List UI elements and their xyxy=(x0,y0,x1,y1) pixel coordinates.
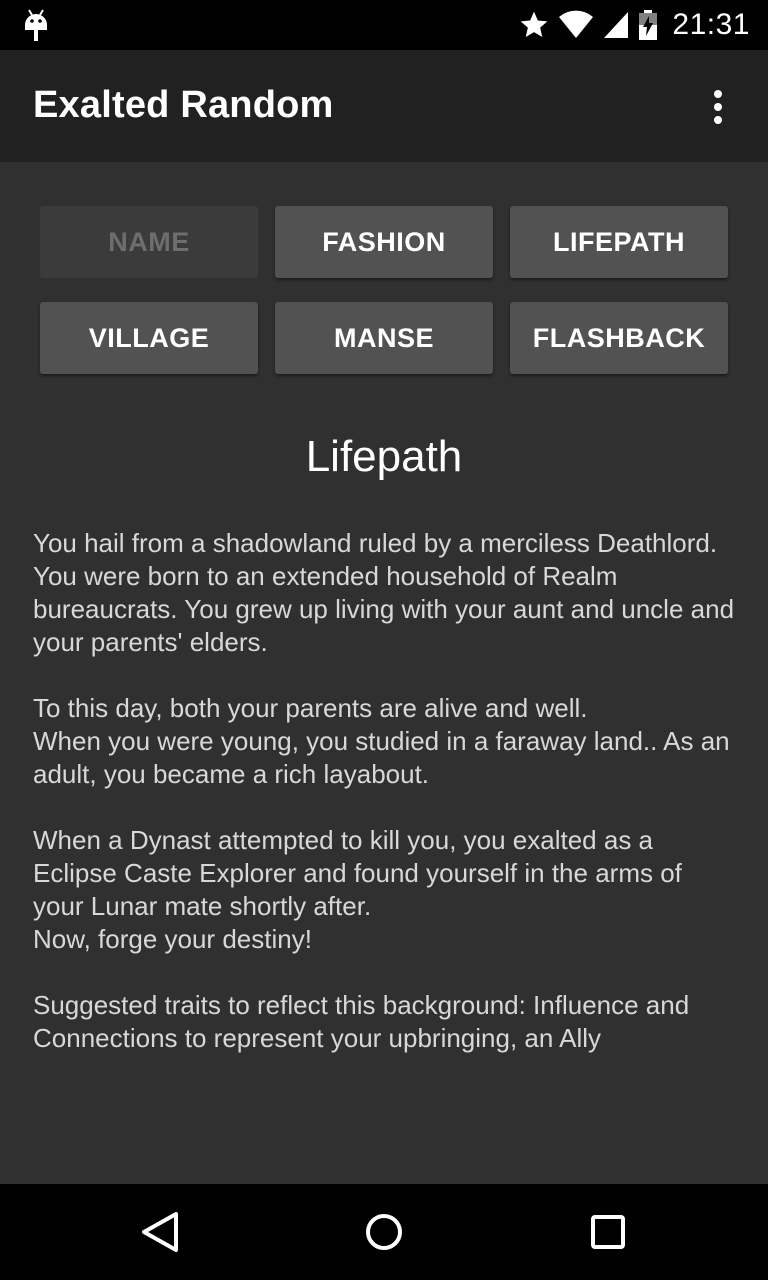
battery-charging-icon xyxy=(639,10,658,40)
village-button[interactable]: VILLAGE xyxy=(40,302,258,374)
paragraph: When a Dynast attempted to kill you, you… xyxy=(33,825,682,954)
app-bar: Exalted Random xyxy=(0,50,768,162)
paragraph: To this day, both your parents are alive… xyxy=(33,693,730,789)
section-heading: Lifepath xyxy=(305,432,463,481)
wifi-icon xyxy=(559,10,594,38)
paragraph: You hail from a shadowland ruled by a me… xyxy=(33,528,735,657)
navigation-bar xyxy=(0,1184,768,1280)
app-title: Exalted Random xyxy=(33,84,334,126)
home-icon[interactable] xyxy=(358,1206,410,1258)
name-button[interactable]: NAME xyxy=(40,206,258,278)
flashback-button[interactable]: FLASHBACK xyxy=(510,302,728,374)
main-content: NAME FASHION LIFEPATH VILLAGE MANSE FLAS… xyxy=(0,162,768,1184)
lifepath-text: You hail from a shadowland ruled by a me… xyxy=(33,527,738,1088)
status-bar: 21:31 xyxy=(0,0,768,50)
lifepath-button[interactable]: LIFEPATH xyxy=(510,206,728,278)
fashion-button[interactable]: FASHION xyxy=(275,206,493,278)
back-icon[interactable] xyxy=(134,1206,186,1258)
recents-icon[interactable] xyxy=(582,1206,634,1258)
signal-icon xyxy=(604,12,629,38)
status-time: 21:31 xyxy=(672,8,750,41)
overflow-menu-icon[interactable] xyxy=(698,88,738,128)
paragraph: Suggested traits to reflect this backgro… xyxy=(33,990,690,1053)
manse-button[interactable]: MANSE xyxy=(275,302,493,374)
star-icon xyxy=(521,11,548,37)
android-debug-icon xyxy=(25,9,47,41)
